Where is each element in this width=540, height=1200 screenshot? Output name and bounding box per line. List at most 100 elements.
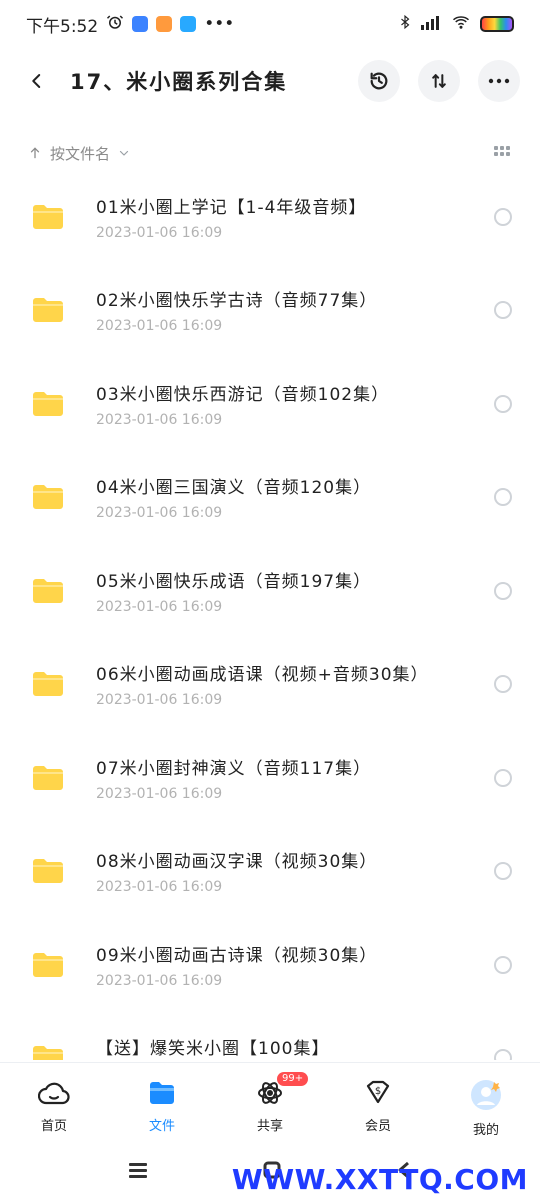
top-bar: 17、米小圈系列合集 [0,52,540,110]
status-left: 下午5:52 ••• [26,12,234,37]
folder-icon [32,483,64,511]
file-name: 07米小圈封神演义（音频117集） [96,758,372,779]
avatar-icon [471,1080,501,1110]
file-date: 2023-01-06 16:09 [96,879,223,896]
file-date: 2023-01-06 16:09 [96,411,223,428]
file-row[interactable]: 【送】爆笑米小圈【100集】2023-01-06 16:09 [0,1012,540,1060]
folder-icon [32,857,64,885]
page-title: 17、米小圈系列合集 [70,70,288,94]
file-row[interactable]: 05米小圈快乐成语（音频197集） 2023-01-06 16:09 [0,544,540,638]
file-date: 2023-01-06 16:09 [96,785,223,802]
history-icon [370,72,388,90]
select-radio[interactable] [494,394,512,413]
signal-icon [420,14,442,35]
file-date: 2023-01-06 16:09 [96,692,223,709]
diamond-dollar-icon: $ [366,1080,390,1104]
app-notification-icon [132,16,149,32]
top-actions [358,60,520,102]
select-radio[interactable] [494,768,512,787]
folder-icon [32,764,64,792]
folder-icon [32,1044,64,1060]
file-row[interactable]: 02米小圈快乐学古诗（音频77集） 2023-01-06 16:09 [0,264,540,358]
file-texts: 06米小圈动画成语课（视频+音频30集） 2023-01-06 16:09 [96,660,482,708]
file-date: 2023-01-06 16:09 [96,224,223,241]
sort-bar: 按文件名 [0,140,540,166]
file-row[interactable]: 04米小圈三国演义（音频120集） 2023-01-06 16:09 [0,451,540,545]
file-date: 2023-01-06 16:09 [96,505,223,522]
status-time: 下午5:52 [26,16,99,37]
nav-files[interactable]: 文件 [117,1079,207,1134]
file-name: 05米小圈快乐成语（音频197集） [96,571,372,592]
folder-icon [32,670,64,698]
file-date: 2023-01-06 16:09 [96,318,223,335]
file-name: 【送】爆笑米小圈【100集】 [96,1039,330,1060]
cloud-home-icon [38,1082,70,1105]
folder-tab-icon [150,1082,174,1104]
file-texts: 03米小圈快乐西游记（音频102集） 2023-01-06 16:09 [96,380,482,428]
file-name: 04米小圈三国演义（音频120集） [96,478,372,499]
file-texts: 08米小圈动画汉字课（视频30集） 2023-01-06 16:09 [96,847,482,895]
select-radio[interactable] [494,675,512,694]
file-texts: 01米小圈上学记【1-4年级音频】 2023-01-06 16:09 [96,193,482,241]
nav-home-label: 首页 [40,1119,67,1134]
folder-icon [32,296,64,324]
file-texts: 【送】爆笑米小圈【100集】2023-01-06 16:09 [96,1034,482,1060]
nav-share[interactable]: 99+ 共享 [225,1072,315,1134]
share-badge: 99+ [277,1072,309,1086]
recent-history-button[interactable] [358,60,400,102]
svg-text:$: $ [375,1086,381,1097]
file-name: 06米小圈动画成语课（视频+音频30集） [96,665,429,686]
file-texts: 09米小圈动画古诗课（视频30集） 2023-01-06 16:09 [96,941,482,989]
nav-share-label: 共享 [256,1119,283,1134]
sort-button[interactable] [418,60,460,102]
file-row[interactable]: 09米小圈动画古诗课（视频30集） 2023-01-06 16:09 [0,918,540,1012]
file-texts: 07米小圈封神演义（音频117集） 2023-01-06 16:09 [96,754,482,802]
file-name: 02米小圈快乐学古诗（音频77集） [96,291,378,312]
back-button[interactable] [22,61,52,101]
bottom-nav: 首页 文件 99+ 共享 $ 会员 我的 [0,1062,540,1144]
select-radio[interactable] [494,862,512,881]
app-notification-icon [180,16,197,32]
status-right [398,13,514,36]
more-options-button[interactable] [478,60,520,102]
sort-label: 按文件名 [50,144,111,163]
status-bar: 下午5:52 ••• [0,0,540,48]
wifi-icon [450,13,472,36]
bluetooth-icon [398,13,412,36]
select-radio[interactable] [494,581,512,600]
nav-files-label: 文件 [148,1119,175,1134]
file-row[interactable]: 01米小圈上学记【1-4年级音频】 2023-01-06 16:09 [0,170,540,264]
nav-mine-label: 我的 [472,1123,499,1138]
select-radio[interactable] [494,955,512,974]
nav-home[interactable]: 首页 [9,1079,99,1134]
back-arrow-icon [32,74,41,88]
file-name: 01米小圈上学记【1-4年级音频】 [96,197,367,218]
nav-vip-label: 会员 [364,1119,391,1134]
grid-view-icon[interactable] [494,146,512,160]
file-texts: 05米小圈快乐成语（音频197集） 2023-01-06 16:09 [96,567,482,615]
file-row[interactable]: 08米小圈动画汉字课（视频30集） 2023-01-06 16:09 [0,825,540,919]
sort-selector[interactable]: 按文件名 [28,143,130,164]
watermark: WWW.XXTTQ.COM [231,1163,528,1196]
file-list: 01米小圈上学记【1-4年级音频】 2023-01-06 16:09 02米小圈快乐… [0,170,540,1060]
select-radio[interactable] [494,488,512,507]
select-radio[interactable] [494,301,512,320]
nav-mine[interactable]: 我的 [441,1079,531,1138]
file-row[interactable]: 06米小圈动画成语课（视频+音频30集） 2023-01-06 16:09 [0,638,540,732]
menu-icon [128,1163,147,1178]
chevron-down-icon [119,150,129,156]
select-radio[interactable] [494,1049,512,1060]
file-name: 03米小圈快乐西游记（音频102集） [96,384,390,405]
folder-icon [32,203,64,231]
file-date: 2023-01-06 16:09 [96,598,223,615]
select-radio[interactable] [494,207,512,226]
folder-icon [32,390,64,418]
folder-icon [32,577,64,605]
file-name: 08米小圈动画汉字课（视频30集） [96,852,378,873]
sort-up-arrow-icon [30,147,40,159]
system-menu-button[interactable] [127,1161,149,1183]
file-row[interactable]: 07米小圈封神演义（音频117集） 2023-01-06 16:09 [0,731,540,825]
nav-vip[interactable]: $ 会员 [333,1079,423,1134]
battery-icon [480,16,514,32]
file-row[interactable]: 03米小圈快乐西游记（音频102集） 2023-01-06 16:09 [0,357,540,451]
